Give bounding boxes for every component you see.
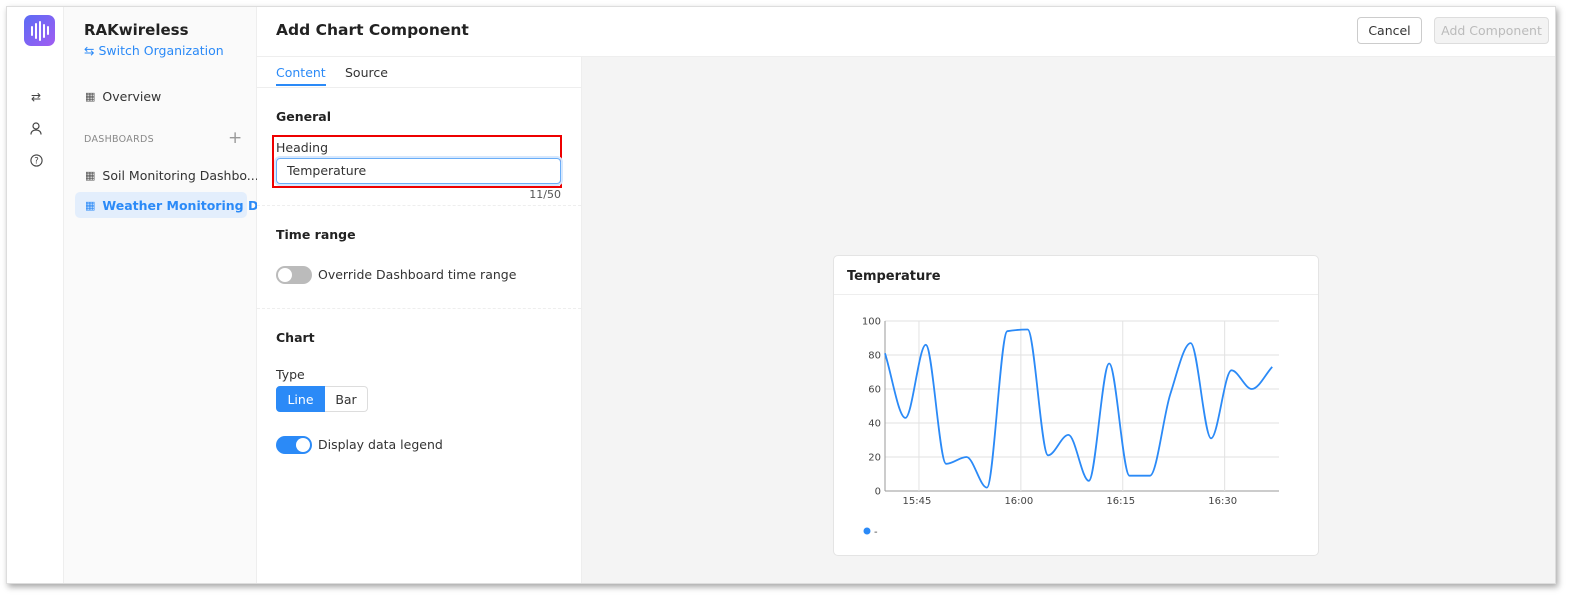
app-logo[interactable] — [24, 15, 55, 46]
tab-source[interactable]: Source — [345, 65, 388, 80]
y-tick-label: 80 — [868, 351, 881, 362]
display-legend-label: Display data legend — [318, 437, 443, 452]
y-tick-label: 40 — [868, 419, 881, 430]
display-legend-toggle[interactable] — [276, 436, 312, 454]
switch-organization-link[interactable]: ⇆ Switch Organization — [84, 43, 224, 58]
section-general: General — [276, 109, 331, 124]
y-tick-label: 20 — [868, 453, 881, 464]
legend-marker — [863, 527, 871, 535]
divider — [257, 308, 581, 309]
grid-icon: ▦ — [85, 89, 96, 103]
type-label: Type — [276, 367, 305, 382]
cancel-button[interactable]: Cancel — [1357, 17, 1422, 44]
sidebar: RAKwireless ⇆ Switch Organization ▦ Overv… — [64, 7, 273, 583]
header: Add Chart Component Cancel Add Component — [257, 7, 1555, 57]
section-chart: Chart — [276, 330, 315, 345]
dashboards-heading: DASHBOARDS — [84, 134, 154, 145]
series-line — [884, 328, 1273, 489]
override-time-range-label: Override Dashboard time range — [318, 267, 517, 282]
y-tick-label: 100 — [862, 317, 881, 328]
add-component-button[interactable]: Add Component — [1434, 17, 1549, 44]
add-dashboard-icon[interactable]: + — [228, 128, 242, 148]
tab-content[interactable]: Content — [276, 65, 326, 86]
chart-card: Temperature 0 20 40 60 80 100 15:45 16:00 16:15 1… — [833, 255, 1319, 556]
type-line-button[interactable]: Line — [276, 386, 325, 412]
x-tick-label: 16:30 — [1208, 496, 1237, 507]
line-chart: 0 20 40 60 80 100 15:45 16:00 16:15 16:30 - — [862, 317, 1279, 538]
user-icon[interactable] — [29, 122, 43, 136]
y-tick-label: 0 — [875, 487, 881, 498]
legend-label: - — [874, 527, 878, 538]
heading-input[interactable]: Temperature — [276, 158, 561, 184]
section-time-range: Time range — [276, 227, 356, 242]
tab-bar: Content Source — [257, 57, 581, 88]
heading-label: Heading — [276, 140, 329, 155]
override-time-range-toggle[interactable] — [276, 266, 312, 284]
icon-rail: ⇄ ? — [7, 7, 64, 583]
divider — [257, 205, 581, 206]
x-tick-label: 15:45 — [903, 496, 932, 507]
app-window: ⇄ ? RAKwireless ⇆ Switch Organization ▦ O… — [6, 6, 1556, 584]
svg-text:?: ? — [34, 157, 39, 167]
grid-icon: ▦ — [85, 168, 96, 182]
page-title: Add Chart Component — [276, 21, 469, 39]
settings-panel: Content Source General Heading Temperatu… — [257, 57, 582, 583]
help-icon[interactable]: ? — [29, 154, 43, 168]
x-tick-label: 16:15 — [1106, 496, 1135, 507]
sidebar-item-soil-dashboard[interactable]: ▦ Soil Monitoring Dashbo... — [75, 162, 259, 188]
x-tick-label: 16:00 — [1004, 496, 1033, 507]
chart-type-selector: Line Bar — [276, 386, 368, 412]
chart-title: Temperature — [834, 256, 1318, 295]
preview-area: Temperature 0 20 40 60 80 100 15:45 16:00 16:15 1… — [582, 57, 1555, 583]
type-bar-button[interactable]: Bar — [325, 386, 368, 412]
switch-icon: ⇆ — [84, 43, 99, 58]
grid-icon: ▦ — [85, 198, 96, 212]
org-name: RAKwireless — [84, 21, 189, 39]
sidebar-item-overview[interactable]: ▦ Overview — [75, 83, 247, 109]
sidebar-item-weather-dashboard[interactable]: ▦ Weather Monitoring D... — [75, 192, 273, 218]
y-tick-label: 60 — [868, 385, 881, 396]
swap-icon[interactable]: ⇄ — [29, 90, 43, 104]
heading-char-count: 11/50 — [529, 188, 561, 201]
